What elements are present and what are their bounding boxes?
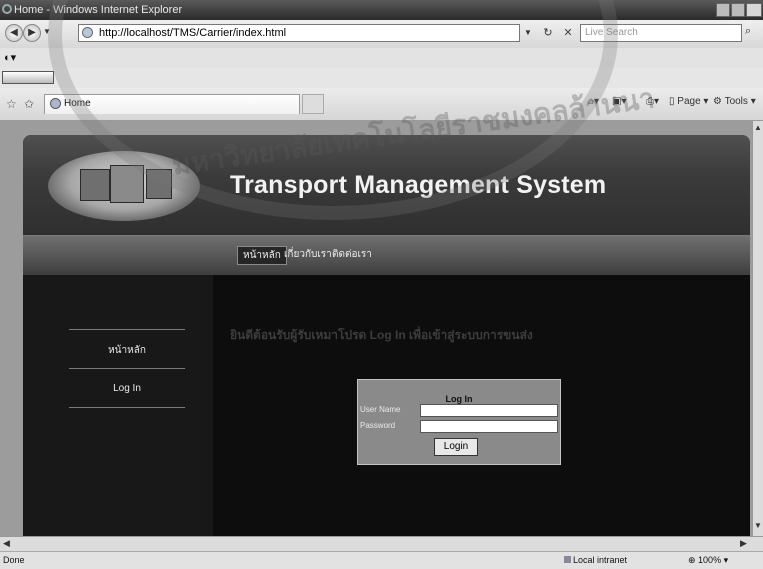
extra-toolbar: [0, 68, 763, 88]
scroll-left-icon[interactable]: ◀: [3, 538, 10, 549]
tab-page-icon: [50, 98, 61, 109]
tools-menu-label: Tools: [724, 96, 748, 107]
sidebar-item-login[interactable]: Log In: [69, 383, 185, 394]
toolbar-strip-icon[interactable]: [2, 71, 54, 84]
scroll-right-icon[interactable]: ▶: [740, 538, 747, 549]
search-icon[interactable]: ⌕: [745, 25, 751, 38]
status-text: Done: [3, 555, 25, 565]
print-icon[interactable]: ⎙▾: [646, 96, 659, 107]
forward-button[interactable]: ▶: [23, 24, 41, 42]
links-toolbar: ◐▾: [0, 48, 763, 68]
password-field[interactable]: [420, 420, 558, 433]
feeds-icon[interactable]: ▣▾: [612, 96, 626, 107]
toolbar-icon[interactable]: ◐▾: [4, 51, 16, 64]
scroll-up-icon[interactable]: ▲: [754, 123, 762, 132]
sidebar: [23, 275, 213, 536]
back-button[interactable]: ◀: [5, 24, 23, 42]
zoom-value: 100%: [698, 555, 722, 565]
sidebar-item-home[interactable]: หน้าหลัก: [69, 343, 185, 358]
history-dropdown-icon[interactable]: ▼: [43, 27, 51, 36]
window-titlebar: Home - Windows Internet Explorer: [0, 0, 763, 20]
maximize-button[interactable]: [731, 3, 745, 17]
intranet-zone-icon: [564, 556, 571, 563]
truck-image: [110, 165, 144, 203]
ie-logo-icon: [2, 4, 12, 14]
horizontal-scrollbar[interactable]: ◀ ▶: [0, 536, 763, 551]
login-button[interactable]: Login: [434, 438, 478, 456]
welcome-message: ยินดีต้อนรับผู้รับเหมาโปรด Log In เพื่อเ…: [230, 328, 533, 342]
site-title: Transport Management System: [230, 171, 607, 199]
tools-menu[interactable]: ⚙ Tools ▾: [713, 96, 756, 107]
truck-image: [146, 169, 172, 199]
sidebar-divider: [69, 368, 185, 369]
tab-label: Home: [64, 98, 91, 109]
address-toolbar: ◀ ▶ ▼ http://localhost/TMS/Carrier/index…: [0, 20, 763, 48]
stop-icon[interactable]: ✕: [560, 25, 576, 41]
status-bar: Done Local intranet ⊕ 100% ▾: [0, 551, 763, 569]
site-container: Transport Management System หน้าหลัก เกี…: [23, 135, 750, 536]
username-field[interactable]: [420, 404, 558, 417]
new-tab-button[interactable]: [302, 94, 324, 114]
truck-logo: [48, 151, 200, 221]
page-icon: [82, 27, 93, 38]
site-header: Transport Management System: [23, 135, 750, 235]
refresh-icon[interactable]: ↻: [540, 25, 556, 41]
home-icon[interactable]: ⌂▾: [588, 96, 599, 107]
username-label: User Name: [360, 405, 401, 414]
zoom-level[interactable]: ⊕ 100% ▾: [688, 552, 728, 568]
nav-contact[interactable]: ติดต่อเรา: [327, 246, 377, 263]
url-input[interactable]: http://localhost/TMS/Carrier/index.html: [78, 24, 520, 42]
tab-home[interactable]: Home: [44, 94, 300, 114]
minimize-button[interactable]: [716, 3, 730, 17]
sidebar-divider: [69, 329, 185, 330]
window-title: Home - Windows Internet Explorer: [14, 4, 183, 16]
password-label: Password: [360, 421, 396, 430]
security-zone: Local intranet: [573, 555, 628, 565]
url-dropdown-icon[interactable]: ▼: [520, 25, 536, 41]
page-menu[interactable]: ▯ Page ▾: [669, 96, 708, 107]
login-form: Log In User Name Password Login: [357, 379, 561, 465]
login-title: Log In: [445, 394, 473, 404]
page-menu-label: Page: [677, 96, 701, 107]
scroll-down-icon[interactable]: ▼: [754, 521, 762, 530]
search-input[interactable]: Live Search: [580, 24, 742, 42]
browser-viewport: Transport Management System หน้าหลัก เกี…: [0, 121, 752, 536]
tab-bar: ☆ ✩ Home ⌂▾ ▣▾ ⎙▾ ▯ Page ▾ ⚙ Tools ▾: [0, 88, 763, 121]
sidebar-divider: [69, 407, 185, 408]
vertical-scrollbar[interactable]: ▲ ▼: [752, 121, 763, 536]
close-button[interactable]: [746, 3, 762, 17]
truck-image: [80, 169, 110, 201]
site-nav: หน้าหลัก เกี่ยวกับเรา ติดต่อเรา: [23, 235, 750, 275]
add-favorites-icon[interactable]: ✩: [24, 97, 34, 111]
favorites-star-icon[interactable]: ☆: [6, 97, 17, 111]
url-text: http://localhost/TMS/Carrier/index.html: [99, 27, 287, 39]
